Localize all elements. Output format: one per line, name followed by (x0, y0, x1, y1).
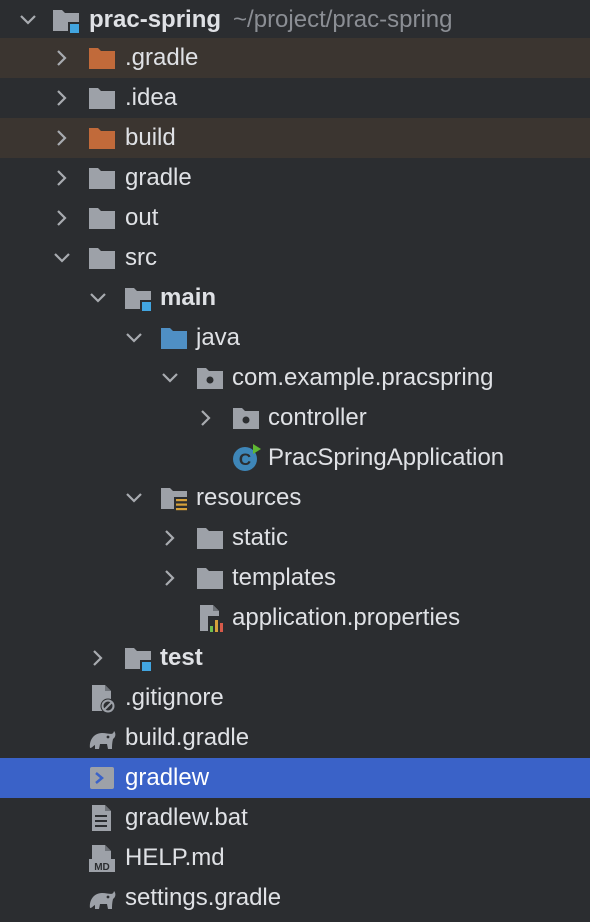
tree-item-label: .idea (125, 84, 178, 111)
ignore-file-icon (86, 682, 118, 714)
tree-row-src[interactable]: src (0, 238, 590, 278)
shell-script-icon (86, 762, 118, 794)
source-set-folder-icon (122, 282, 154, 314)
tree-row-settings-gradle[interactable]: settings.gradle (0, 878, 590, 918)
project-path: ~/project/prac-spring (233, 6, 453, 33)
tree-item-label: controller (268, 404, 367, 431)
chevron-down-icon[interactable] (160, 358, 180, 398)
chevron-right-icon[interactable] (52, 118, 72, 158)
chevron-right-icon[interactable] (52, 78, 72, 118)
tree-row-app-properties[interactable]: application.properties (0, 598, 590, 638)
tree-row-build[interactable]: build (0, 118, 590, 158)
tree-item-label: gradlew (125, 764, 210, 791)
tree-item-label: java (196, 324, 241, 351)
tree-item-label: com.example.pracspring (232, 364, 494, 391)
tree-item-label: .gitignore (125, 684, 224, 711)
tree-row-help-md[interactable]: MD HELP.md (0, 838, 590, 878)
tree-item-label: application.properties (232, 604, 461, 631)
tree-item-label: PracSpringApplication (268, 444, 505, 471)
chevron-down-icon[interactable] (124, 478, 144, 518)
tree-row-gradle-hidden[interactable]: .gradle (0, 38, 590, 78)
properties-file-icon (194, 602, 226, 634)
tree-row-gradlew[interactable]: gradlew (0, 758, 590, 798)
tree-row-templates[interactable]: templates (0, 558, 590, 598)
chevron-down-icon[interactable] (52, 238, 72, 278)
tree-row-static[interactable]: static (0, 518, 590, 558)
package-icon (230, 402, 262, 434)
tree-row-test[interactable]: test (0, 638, 590, 678)
folder-icon (86, 242, 118, 274)
chevron-down-icon[interactable] (124, 318, 144, 358)
tree-item-label: settings.gradle (125, 884, 282, 911)
chevron-down-icon[interactable] (18, 0, 38, 40)
folder-icon (86, 82, 118, 114)
tree-item-label: main (160, 284, 217, 311)
tree-row-out[interactable]: out (0, 198, 590, 238)
module-folder-icon (50, 4, 82, 36)
tree-item-label: gradlew.bat (125, 804, 248, 831)
tree-item-label: templates (232, 564, 337, 591)
gradle-elephant-icon (86, 882, 118, 914)
excluded-folder-icon (86, 122, 118, 154)
chevron-right-icon[interactable] (52, 38, 72, 78)
tree-row-gradle[interactable]: gradle (0, 158, 590, 198)
tree-row-java[interactable]: java (0, 318, 590, 358)
tree-row-gitignore[interactable]: .gitignore (0, 678, 590, 718)
tree-row-app-class[interactable]: C PracSpringApplication (0, 438, 590, 478)
folder-icon (86, 202, 118, 234)
tree-item-label: HELP.md (125, 844, 225, 871)
tree-row-build-gradle[interactable]: build.gradle (0, 718, 590, 758)
tree-item-label: gradle (125, 164, 192, 191)
source-set-folder-icon (122, 642, 154, 674)
tree-item-label: build (125, 124, 176, 151)
svg-text:MD: MD (94, 862, 110, 873)
chevron-down-icon[interactable] (88, 278, 108, 318)
tree-item-label: resources (196, 484, 302, 511)
package-icon (194, 362, 226, 394)
markdown-file-icon: MD (86, 842, 118, 874)
project-name: prac-spring (89, 6, 222, 33)
tree-item-label: test (160, 644, 203, 671)
tree-row-idea[interactable]: .idea (0, 78, 590, 118)
folder-icon (194, 562, 226, 594)
project-tree: prac-spring ~/project/prac-spring .gradle… (0, 0, 590, 922)
folder-icon (194, 522, 226, 554)
chevron-right-icon[interactable] (88, 638, 108, 678)
tree-item-label: build.gradle (125, 724, 250, 751)
resources-folder-icon (158, 482, 190, 514)
svg-text:C: C (239, 450, 251, 469)
tree-item-label: out (125, 204, 159, 231)
chevron-right-icon[interactable] (52, 198, 72, 238)
tree-row-project-root[interactable]: prac-spring ~/project/prac-spring (0, 0, 590, 40)
text-file-icon (86, 802, 118, 834)
folder-icon (86, 162, 118, 194)
gradle-elephant-icon (86, 722, 118, 754)
chevron-right-icon[interactable] (196, 398, 216, 438)
chevron-right-icon[interactable] (52, 158, 72, 198)
tree-row-controller[interactable]: controller (0, 398, 590, 438)
spring-boot-class-icon: C (230, 442, 262, 474)
excluded-folder-icon (86, 42, 118, 74)
tree-row-main[interactable]: main (0, 278, 590, 318)
tree-row-resources[interactable]: resources (0, 478, 590, 518)
source-root-folder-icon (158, 322, 190, 354)
tree-item-label: .gradle (125, 44, 199, 71)
tree-item-label: src (125, 244, 157, 271)
tree-row-package[interactable]: com.example.pracspring (0, 358, 590, 398)
chevron-right-icon[interactable] (160, 558, 180, 598)
tree-item-label: static (232, 524, 289, 551)
chevron-right-icon[interactable] (160, 518, 180, 558)
tree-row-gradlew-bat[interactable]: gradlew.bat (0, 798, 590, 838)
